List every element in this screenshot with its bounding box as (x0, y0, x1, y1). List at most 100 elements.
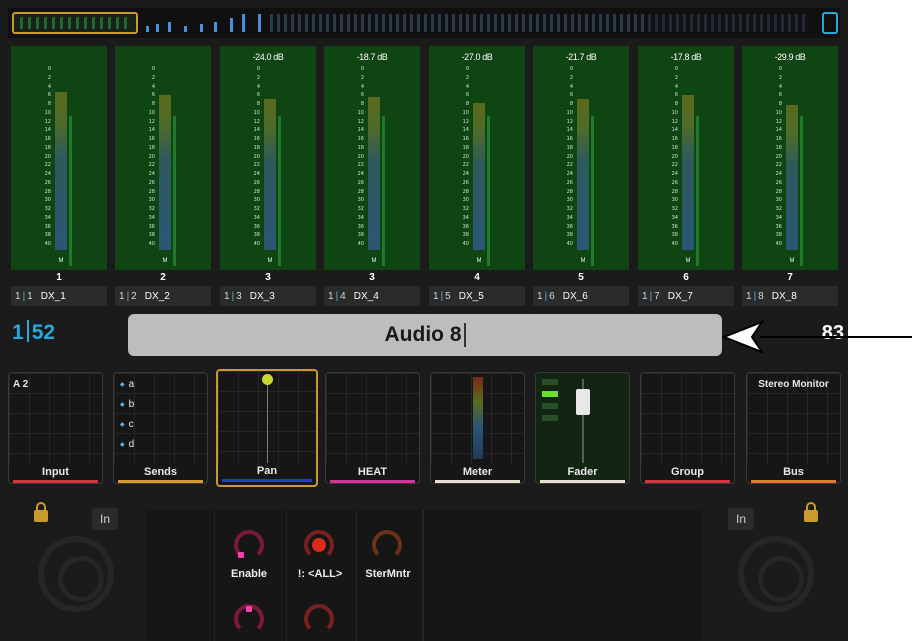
level-meter-bar-right (278, 116, 281, 266)
overview-tick (697, 14, 700, 32)
meter-scale-label: 4 (778, 83, 782, 90)
lock-icon[interactable] (34, 502, 48, 522)
module-input[interactable]: A 2 Input (8, 372, 103, 484)
meter-foot-label: M (162, 258, 168, 264)
module-meter[interactable]: Meter (430, 372, 525, 484)
meter-scale-label: 0 (465, 66, 469, 72)
meter-strip[interactable]: -24.0 dB 0 2 4 6 8 10 12 14 16 18 20 22 24 26 28 30 32 34 3… (220, 46, 316, 270)
channel-index-separator: | (231, 290, 235, 302)
overview-tick (28, 17, 31, 29)
quick-control-knob-all[interactable] (304, 530, 334, 560)
meter-strip[interactable]: 0 2 4 6 8 10 12 14 16 18 20 22 24 26 28 30 32 34 36 38 40 M (115, 46, 211, 270)
overview-tick (739, 14, 742, 32)
in-button-right[interactable]: In (728, 508, 754, 530)
jog-wheel-right[interactable] (738, 536, 814, 612)
pan-position-dot[interactable] (262, 374, 273, 385)
overview-tick (585, 14, 588, 32)
meter-strip[interactable]: 0 2 4 6 8 10 12 14 16 18 20 22 24 26 28 30 32 34 36 38 40 M (11, 46, 107, 270)
meter-scale-label: 8 (151, 101, 155, 107)
channel-name-field[interactable]: 1 | 7 DX_7 (638, 286, 734, 306)
meter-scale-label: 34 (253, 214, 260, 221)
meter-scale-label: 38 (462, 232, 469, 239)
meter-scale-label: 6 (47, 92, 51, 99)
channel-overview-strip[interactable] (8, 8, 840, 38)
level-meter-bar (368, 97, 380, 250)
module-pan[interactable]: Pan (216, 369, 318, 487)
track-name-field[interactable]: Audio 8 (128, 314, 722, 356)
meter-scale-label: 14 (775, 127, 782, 134)
send-slot-a[interactable]: a (120, 379, 135, 390)
overview-tick (368, 14, 371, 32)
meter-scale-label: 36 (462, 223, 469, 230)
overview-tick (599, 14, 602, 32)
module-heat[interactable]: HEAT (325, 372, 420, 484)
meter-strip[interactable]: -17.8 dB 0 2 4 6 8 10 12 14 16 18 20 22 24 26 28 30 32 34 3… (638, 46, 734, 270)
quick-control-knob-enable[interactable] (234, 530, 264, 560)
meter-scale: 0 2 4 6 8 10 12 14 16 18 20 22 24 26 28 30 32 34 36 38 40 (664, 66, 678, 250)
overview-tick (578, 14, 581, 32)
module-fader[interactable]: Fader (535, 372, 630, 484)
channel-index-separator: | (22, 290, 26, 302)
overview-tick (690, 14, 693, 32)
meter-strip[interactable]: -21.7 dB 0 2 4 6 8 10 12 14 16 18 20 22 24 26 28 30 32 34 3… (533, 46, 629, 270)
knob-indicator (238, 552, 244, 558)
channel-name-field[interactable]: 1 | 1 DX_1 (11, 286, 107, 306)
meter-scale-label: 12 (44, 118, 51, 125)
meter-scale-label: 6 (360, 92, 364, 99)
quick-control-knob-stermntr[interactable] (372, 530, 402, 560)
meter-strip[interactable]: -18.7 dB 0 2 4 6 8 10 12 14 16 18 20 22 24 26 28 30 32 34 3… (324, 46, 420, 270)
meter-scale-label: 30 (357, 197, 364, 204)
channel-index-b: 3 (236, 290, 242, 302)
channel-name-field[interactable]: 1 | 3 DX_3 (220, 286, 316, 306)
meter-scale-label: 28 (462, 188, 469, 195)
module-bus[interactable]: Stereo Monitor Bus (746, 372, 841, 484)
meter-scale-label: 12 (566, 118, 573, 125)
channel-name-field[interactable]: 1 | 6 DX_6 (533, 286, 629, 306)
channel-name-field[interactable]: 1 | 5 DX_5 (429, 286, 525, 306)
meter-strip[interactable]: -29.9 dB 0 2 4 6 8 10 12 14 16 18 20 22 24 26 28 30 32 34 3… (742, 46, 838, 270)
jog-wheel-left[interactable] (38, 536, 114, 612)
send-slot-d[interactable]: d (120, 439, 135, 450)
meter-scale-label: 0 (778, 66, 782, 72)
meter-strip[interactable]: -27.0 dB 0 2 4 6 8 10 12 14 16 18 20 22 24 26 28 30 32 34 3… (429, 46, 525, 270)
meter-scale-label: 26 (671, 179, 678, 186)
fader-handle[interactable] (576, 389, 590, 415)
overview-tick (438, 14, 441, 32)
meter-scale-label: 10 (148, 109, 155, 116)
lock-icon[interactable] (804, 502, 818, 522)
module-color-line (751, 480, 836, 483)
meter-scale-label: 30 (44, 197, 51, 204)
meter-scale-label: 18 (253, 144, 260, 151)
send-slot-b[interactable]: b (120, 399, 135, 410)
channel-name-field[interactable]: 1 | 2 DX_2 (115, 286, 211, 306)
quick-control-knob-5[interactable] (234, 604, 264, 634)
meter-scale-label: 26 (775, 179, 782, 186)
level-meter-bar-right (696, 116, 699, 266)
meter-scale-label: 30 (775, 197, 782, 204)
channel-name-field[interactable]: 1 | 8 DX_8 (742, 286, 838, 306)
overview-tick (529, 14, 532, 32)
module-color-line (222, 479, 312, 482)
overview-tick (116, 17, 119, 29)
module-sends[interactable]: a b c d Sends (113, 372, 208, 484)
channel-index-a: 1 (119, 290, 125, 302)
meter-scale-label: 34 (44, 214, 51, 221)
channel-index-b: 6 (549, 290, 555, 302)
bank-separator (26, 320, 29, 342)
module-grid (326, 373, 419, 463)
text-caret (463, 323, 466, 347)
overview-tick (84, 17, 87, 29)
in-button-left[interactable]: In (92, 508, 118, 530)
module-group[interactable]: Group (640, 372, 735, 484)
send-slot-c[interactable]: c (120, 419, 134, 430)
meter-scale-label: 2 (256, 74, 260, 81)
channel-name: DX_4 (353, 290, 379, 302)
channel-name-field[interactable]: 1 | 4 DX_4 (324, 286, 420, 306)
meter-scale-label: 8 (360, 101, 364, 107)
meter-scale-label: 32 (462, 206, 469, 212)
quick-control-knob-6[interactable] (304, 604, 334, 634)
meter-scale-label: 28 (357, 188, 364, 195)
overview-tick (487, 14, 490, 32)
overview-scroll-handle[interactable] (822, 12, 838, 34)
overview-tick (168, 22, 171, 32)
